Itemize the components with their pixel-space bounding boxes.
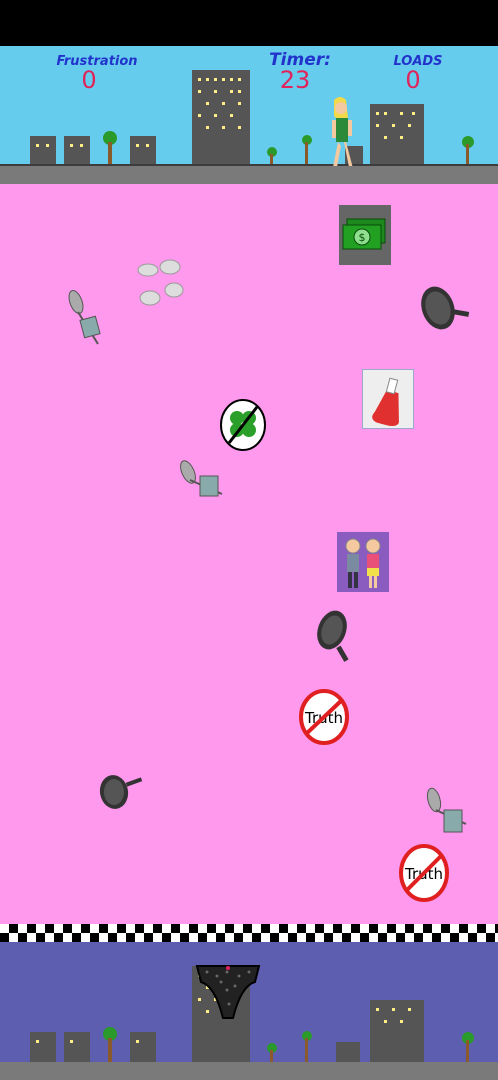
underwear-icon[interactable]	[193, 960, 263, 1024]
frying-pan-icon[interactable]	[96, 770, 144, 812]
frying-pan-icon[interactable]	[314, 606, 358, 664]
loads-value: 0	[405, 66, 421, 94]
broken-clover-icon[interactable]	[219, 398, 267, 452]
clouds-icon[interactable]	[136, 258, 186, 310]
frying-pan-icon[interactable]	[418, 282, 472, 334]
top-street	[0, 166, 498, 184]
net-bucket-icon[interactable]	[424, 784, 470, 836]
bottom-street	[0, 1062, 498, 1080]
net-bucket-icon[interactable]	[64, 288, 104, 348]
svg-text:$: $	[359, 231, 366, 244]
no-truth-icon[interactable]: Truth	[298, 688, 350, 746]
money-icon[interactable]: $	[339, 205, 391, 265]
no-truth-icon[interactable]: Truth	[398, 843, 450, 903]
net-bucket-icon[interactable]	[176, 456, 226, 500]
old-couple-icon[interactable]	[337, 532, 389, 592]
top-status-bar	[0, 0, 498, 46]
ketchup-bottle-icon[interactable]	[362, 369, 414, 429]
finish-line	[0, 924, 498, 942]
frustration-value: 0	[81, 66, 97, 94]
timer-value: 23	[279, 66, 311, 94]
